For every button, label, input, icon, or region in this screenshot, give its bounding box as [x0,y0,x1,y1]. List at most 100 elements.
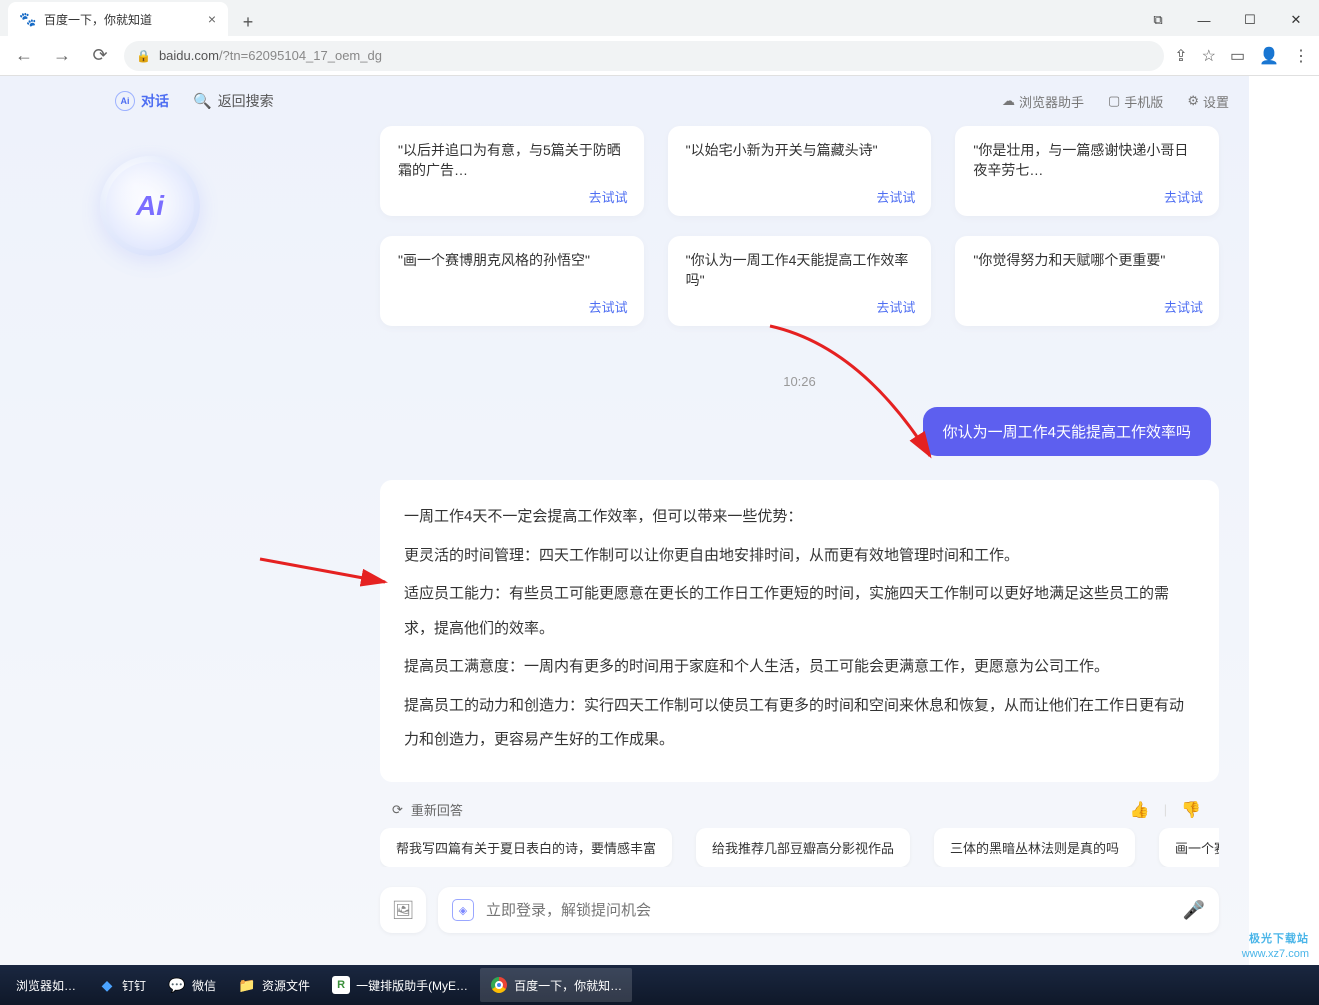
response-line: 适应员工能力：有些员工可能更愿意在更长的工作日工作更短的时间，实施四天工作制可以… [404,577,1195,646]
url-input[interactable]: 🔒 baidu.com/?tn=62095104_17_oem_dg [124,41,1164,71]
close-window-icon[interactable]: ✕ [1273,4,1319,36]
browser-tab[interactable]: 🐾 百度一下，你就知道 × [8,2,228,36]
chip[interactable]: 画一个赛 [1159,828,1219,867]
nav-dialogue[interactable]: Ai 对话 [115,91,169,111]
lock-icon: 🔒 [136,49,151,63]
panel-icon[interactable]: ▭ [1230,46,1245,66]
page-top-nav: Ai 对话 🔍 返回搜索 ☁ 浏览器助手 ▢ 手机版 ⚙ 设置 登录 [0,76,1319,126]
task-item-typesetter[interactable]: R 一键排版助手(MyE… [322,968,478,1002]
try-link[interactable]: 去试试 [1164,187,1203,206]
baidu-paw-icon: 🐾 [20,11,36,27]
nav-browser-helper-label: 浏览器助手 [1019,92,1084,111]
forward-button[interactable]: → [48,42,76,70]
thumbs-up-icon[interactable]: 👍 [1124,800,1156,820]
chip[interactable]: 三体的黑暗丛林法则是真的吗 [934,828,1135,867]
profile-icon[interactable]: 👤 [1259,46,1279,66]
chip[interactable]: 给我推荐几部豆瓣高分影视作品 [696,828,910,867]
back-button[interactable]: ← [10,42,38,70]
nav-settings[interactable]: ⚙ 设置 [1187,92,1229,111]
try-link[interactable]: 去试试 [876,187,915,206]
url-host: baidu.com [159,48,219,63]
nav-settings-label: 设置 [1203,92,1229,111]
gear-icon: ⚙ [1187,93,1199,109]
page-body: Ai 对话 🔍 返回搜索 ☁ 浏览器助手 ▢ 手机版 ⚙ 设置 登录 [0,76,1319,965]
image-icon: 🖼 [392,900,415,921]
nav-back-search[interactable]: 🔍 返回搜索 [193,91,274,111]
address-bar: ← → ⟳ 🔒 baidu.com/?tn=62095104_17_oem_dg… [0,36,1319,76]
task-item[interactable]: 浏览器如… [6,968,86,1002]
nav-mobile[interactable]: ▢ 手机版 [1108,92,1163,111]
suggestion-card[interactable]: "以后并追口为有意，与5篇关于防晒霜的广告… 去试试 [380,126,644,216]
cube-icon: ◈ [452,899,474,921]
timestamp: 10:26 [380,374,1219,389]
refresh-icon[interactable]: ⟳ [392,802,403,818]
reload-button[interactable]: ⟳ [86,42,114,70]
taskbar: 浏览器如… ◆ 钉钉 💬 微信 📁 资源文件 R 一键排版助手(MyE… 百度一… [0,965,1319,1005]
nav-browser-helper[interactable]: ☁ 浏览器助手 [1002,92,1084,111]
sidebar: Ai [100,126,380,965]
regenerate-row: ⟳ 重新回答 👍 | 👎 [380,794,1219,826]
task-item-dingtalk[interactable]: ◆ 钉钉 [88,968,156,1002]
card-text: "以后并追口为有意，与5篇关于防晒霜的广告… [398,142,621,178]
try-link[interactable]: 去试试 [589,297,628,316]
mic-icon[interactable]: 🎤 [1183,900,1205,921]
chrome-icon [490,976,508,994]
suggestion-card[interactable]: "你觉得努力和天赋哪个更重要" 去试试 [955,236,1219,326]
card-text: "你是壮用，与一篇感谢快递小哥日夜辛劳七… [973,142,1188,178]
upload-button[interactable]: 🖼 [380,887,426,933]
restore-down-icon[interactable]: ⧉ [1135,4,1181,36]
window-controls: ⧉ — ☐ ✕ [1135,4,1319,36]
try-link[interactable]: 去试试 [589,187,628,206]
menu-icon[interactable]: ⋮ [1293,46,1309,66]
task-item-chrome[interactable]: 百度一下，你就知… [480,968,632,1002]
suggestion-card[interactable]: "你是壮用，与一篇感谢快递小哥日夜辛劳七… 去试试 [955,126,1219,216]
ai-badge-icon: Ai [115,91,135,111]
new-tab-button[interactable]: + [234,8,262,36]
chat-input[interactable] [486,902,1183,919]
url-path: /?tn=62095104_17_oem_dg [219,48,382,63]
task-label: 资源文件 [262,977,310,994]
suggestion-card[interactable]: "你认为一周工作4天能提高工作效率吗" 去试试 [668,236,932,326]
task-item-wechat[interactable]: 💬 微信 [158,968,226,1002]
wechat-icon: 💬 [168,976,186,994]
nav-back-search-label: 返回搜索 [218,91,274,111]
app-icon: R [332,976,350,994]
close-tab-icon[interactable]: × [208,11,216,27]
response-line: 更灵活的时间管理：四天工作制可以让你更自由地安排时间，从而更有效地管理时间和工作… [404,539,1195,574]
task-label: 一键排版助手(MyE… [356,977,468,994]
right-edge [1249,76,1319,965]
try-link[interactable]: 去试试 [1164,297,1203,316]
input-bar: 🖼 ◈ 🎤 [380,887,1219,933]
card-text: "你认为一周工作4天能提高工作效率吗" [686,252,909,288]
browser-title-bar: 🐾 百度一下，你就知道 × + ⧉ — ☐ ✕ [0,0,1319,36]
chip[interactable]: 帮我写四篇有关于夏日表白的诗，要情感丰富 [380,828,672,867]
minimize-icon[interactable]: — [1181,4,1227,36]
response-line: 提高员工的动力和创造力：实行四天工作制可以使员工有更多的时间和空间来休息和恢复，… [404,689,1195,758]
suggestion-card[interactable]: "以始宅小新为开关与篇藏头诗" 去试试 [668,126,932,216]
response-line: 一周工作4天不一定会提高工作效率，但可以带来一些优势： [404,500,1195,535]
nav-dialogue-label: 对话 [141,91,169,111]
maximize-icon[interactable]: ☐ [1227,4,1273,36]
task-label: 钉钉 [122,977,146,994]
nav-mobile-label: 手机版 [1124,92,1163,111]
task-item-folder[interactable]: 📁 资源文件 [228,968,320,1002]
regenerate-label[interactable]: 重新回答 [411,800,463,819]
task-label: 百度一下，你就知… [514,977,622,994]
card-text: "以始宅小新为开关与篇藏头诗" [686,142,878,158]
card-text: "画一个赛博朋克风格的孙悟空" [398,252,590,268]
suggestion-chips: 帮我写四篇有关于夏日表白的诗，要情感丰富 给我推荐几部豆瓣高分影视作品 三体的黑… [380,828,1219,867]
suggestion-card[interactable]: "画一个赛博朋克风格的孙悟空" 去试试 [380,236,644,326]
try-link[interactable]: 去试试 [876,297,915,316]
task-label: 浏览器如… [16,977,76,994]
ai-avatar: Ai [100,156,200,256]
thumbs-down-icon[interactable]: 👎 [1175,800,1207,820]
chat-input-container[interactable]: ◈ 🎤 [438,887,1219,933]
dingtalk-icon: ◆ [98,976,116,994]
user-message: 你认为一周工作4天能提高工作效率吗 [923,407,1211,456]
search-icon: 🔍 [193,92,212,110]
folder-icon: 📁 [238,976,256,994]
ai-response: 一周工作4天不一定会提高工作效率，但可以带来一些优势： 更灵活的时间管理：四天工… [380,480,1219,782]
bookmark-icon[interactable]: ☆ [1202,46,1216,66]
response-line: 提高员工满意度：一周内有更多的时间用于家庭和个人生活，员工可能会更满意工作，更愿… [404,650,1195,685]
share-icon[interactable]: ⇪ [1174,46,1187,66]
